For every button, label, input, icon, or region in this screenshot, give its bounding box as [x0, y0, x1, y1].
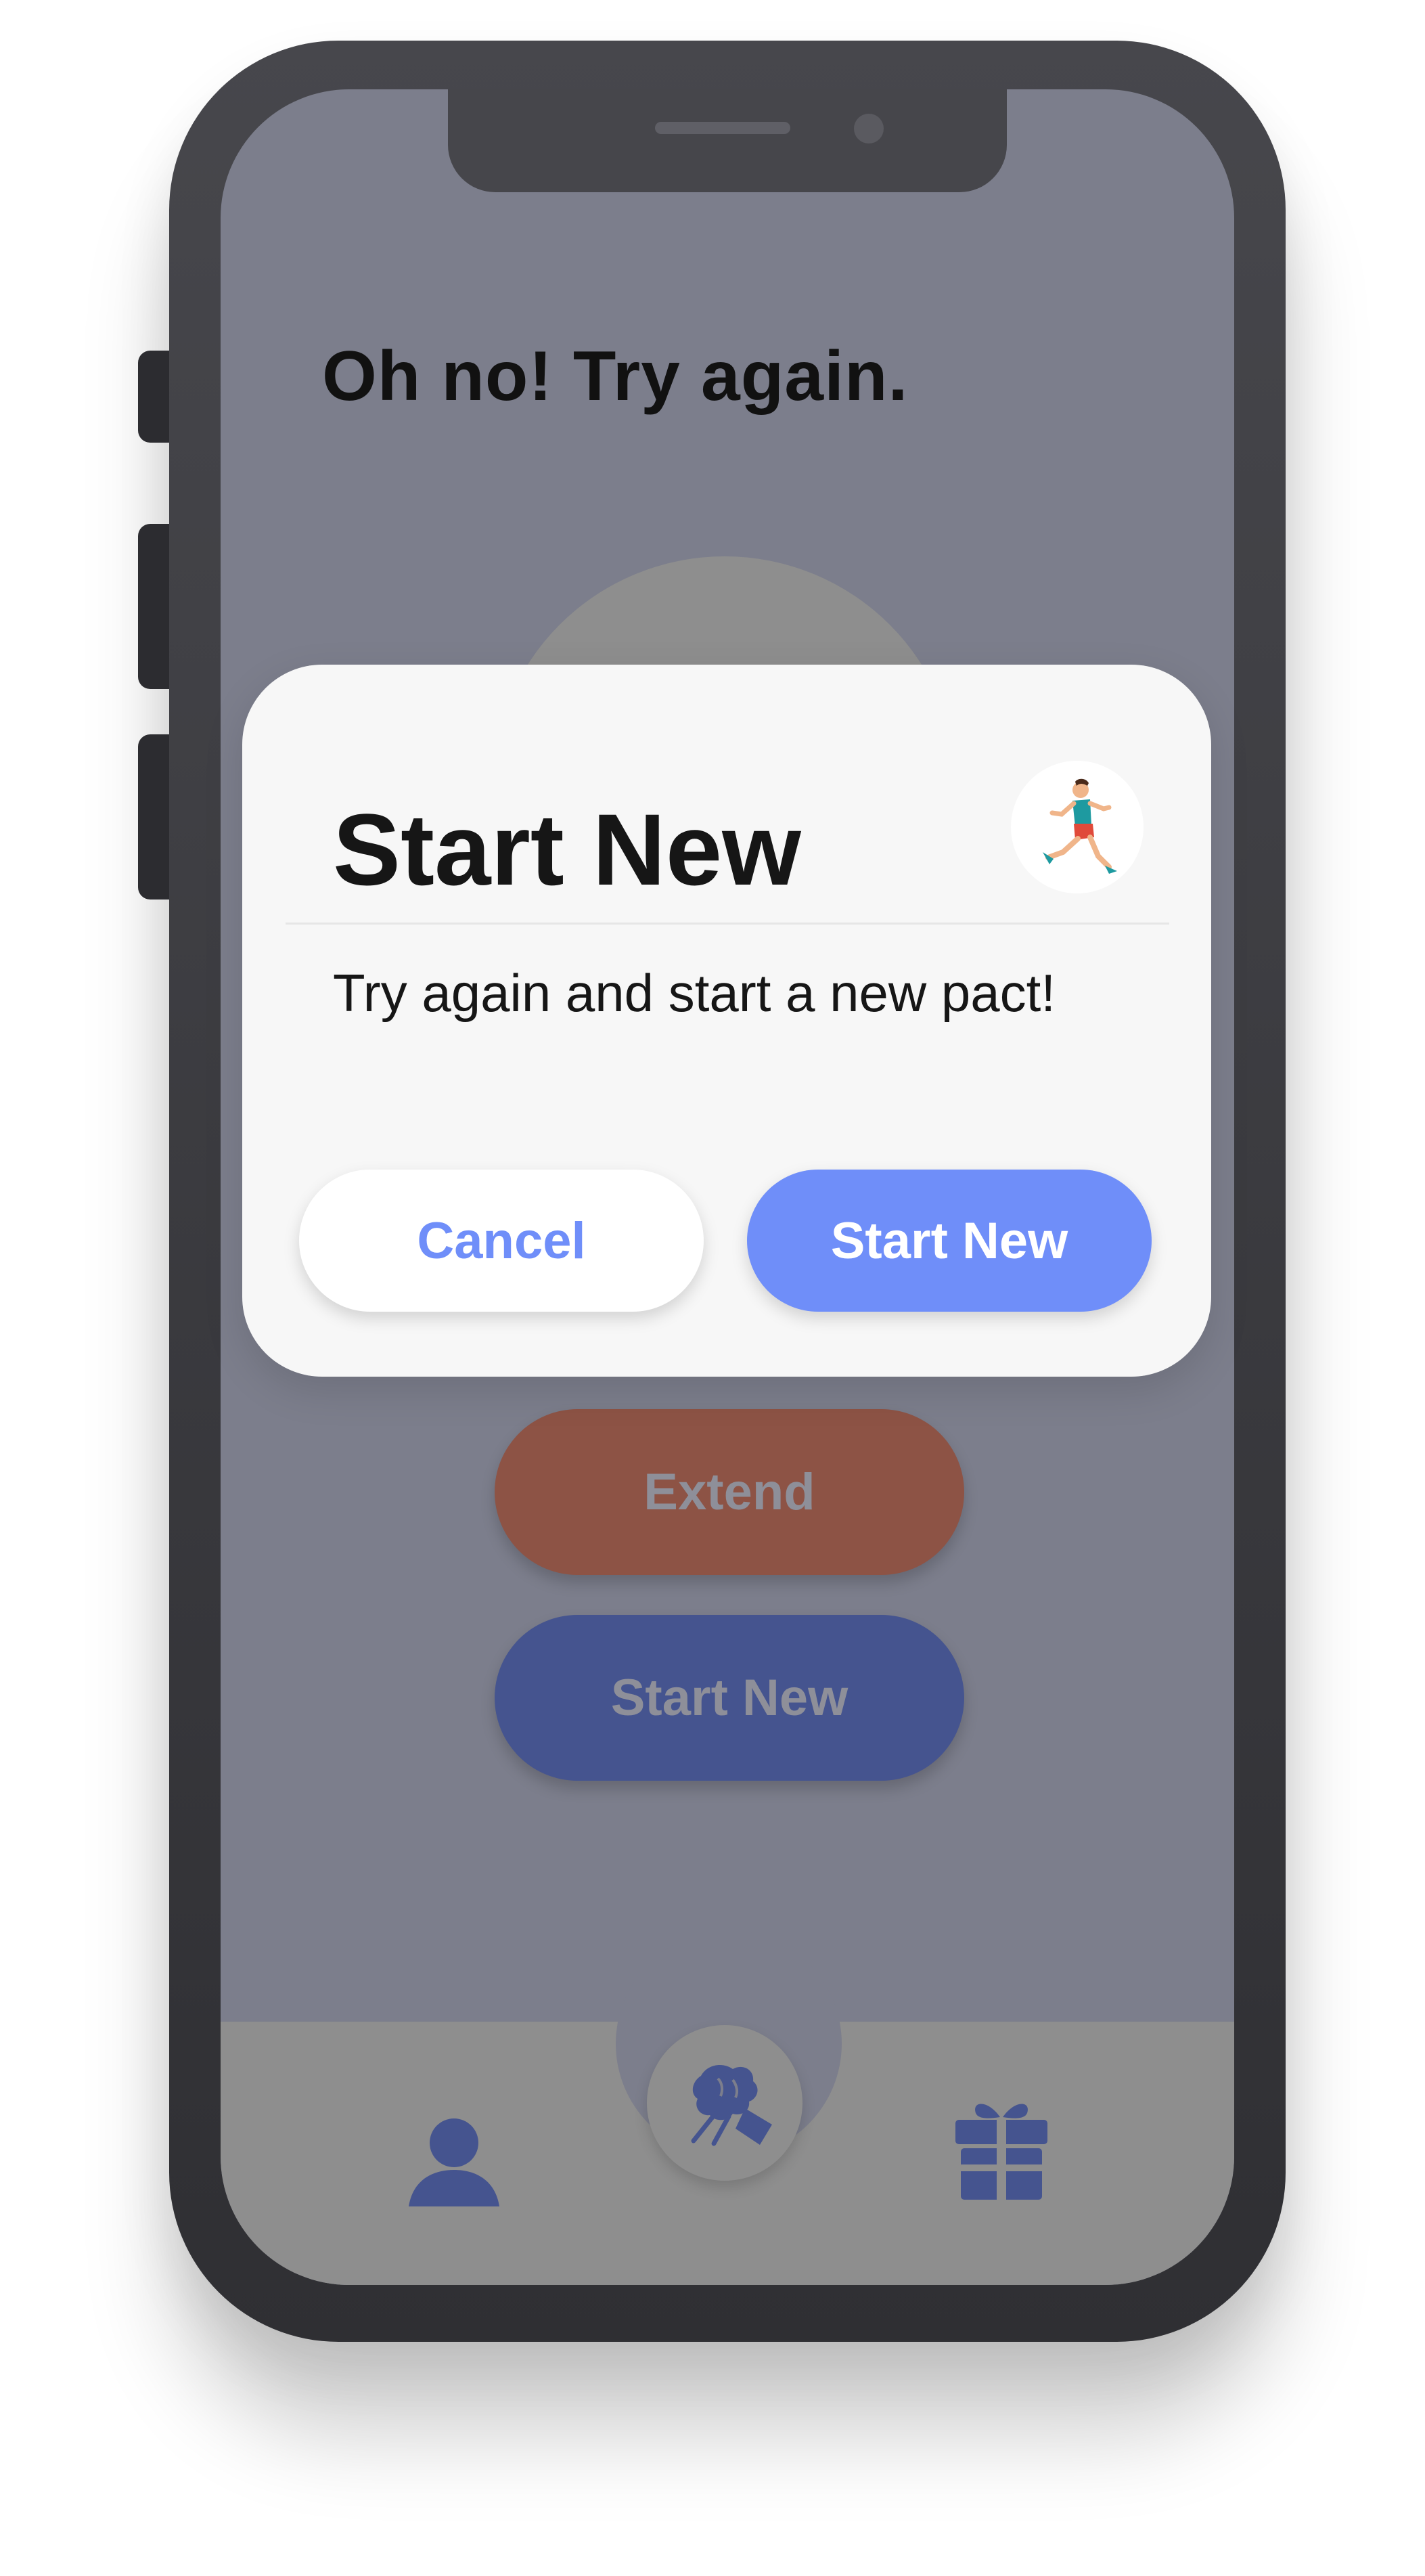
runner-icon: [1043, 778, 1117, 874]
handshake-icon: [691, 2065, 772, 2146]
notch: [448, 89, 1007, 192]
dialog-avatar: [1011, 761, 1144, 893]
tab-pacts[interactable]: [647, 2025, 802, 2181]
gift-icon: [955, 2104, 1047, 2200]
profile-icon: [409, 2118, 499, 2206]
volume-up-button: [138, 524, 169, 689]
start-new-dialog: Start New Try again and start a new pact…: [242, 665, 1211, 1377]
front-camera: [854, 114, 884, 143]
start-new-button[interactable]: Start New: [495, 1615, 964, 1781]
dialog-title: Start New: [333, 793, 801, 906]
page-title: Oh no! Try again.: [322, 337, 909, 416]
dialog-divider: [286, 923, 1169, 925]
extend-button[interactable]: Extend: [495, 1409, 964, 1575]
speaker-grille: [655, 122, 790, 134]
dialog-message: Try again and start a new pact!: [333, 963, 1056, 1023]
tab-profile[interactable]: [407, 2116, 501, 2206]
volume-down-button: [138, 734, 169, 900]
silent-switch: [138, 351, 169, 443]
tab-rewards[interactable]: [955, 2097, 1047, 2200]
confirm-start-new-button[interactable]: Start New: [747, 1170, 1152, 1312]
cancel-button[interactable]: Cancel: [299, 1170, 704, 1312]
